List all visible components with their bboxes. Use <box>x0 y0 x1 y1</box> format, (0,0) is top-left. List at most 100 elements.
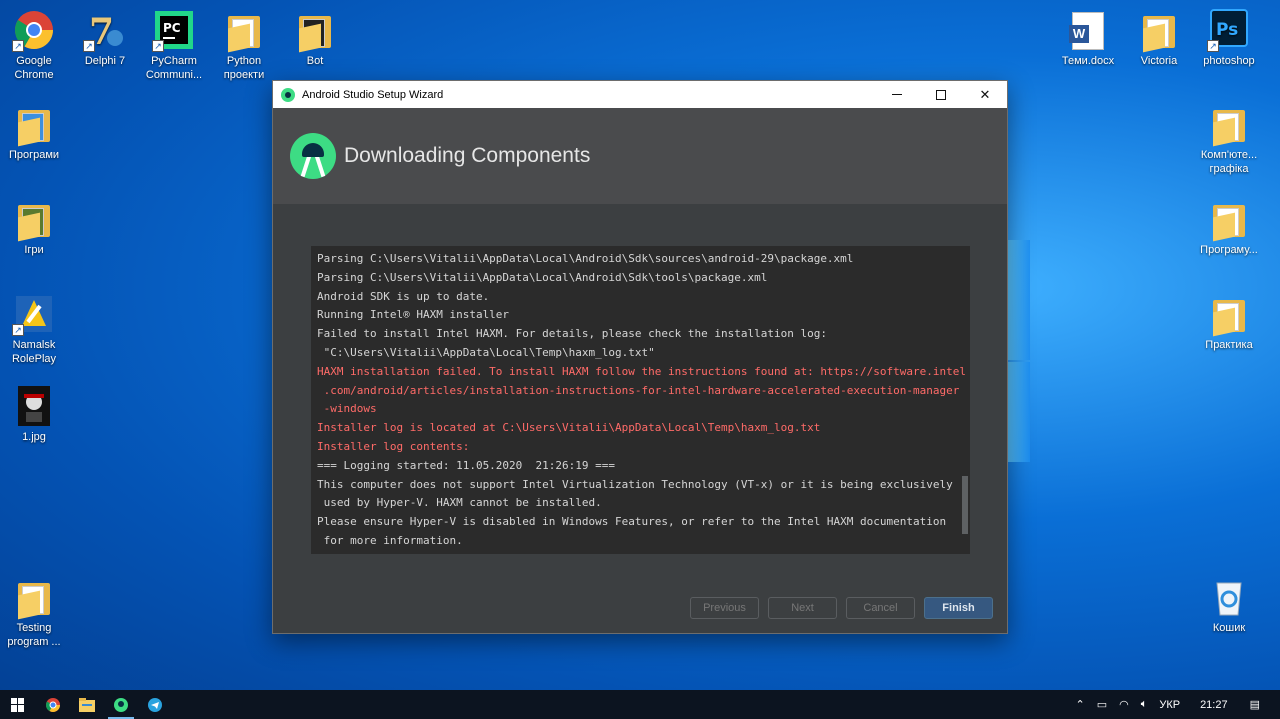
console-line: "C:\Users\Vitalii\AppData\Local\Temp\hax… <box>317 345 655 359</box>
previous-button[interactable]: Previous <box>690 597 759 619</box>
python-projects-folder-icon <box>222 8 266 53</box>
window-title: Android Studio Setup Wizard <box>302 88 444 101</box>
minimize-button[interactable] <box>875 81 919 108</box>
console-line: === Logging started: 11.05.2020 21:26:19… <box>317 458 616 472</box>
console-line: used by Hyper-V. HAXM cannot be installe… <box>317 496 602 510</box>
console-line: .com/android/articles/installation-instr… <box>317 383 960 397</box>
desktop-icon-label: Bot <box>306 55 324 67</box>
desktop-icon-temy-docx[interactable]: W Теми.docx <box>1051 8 1125 68</box>
desktop-icon-practice[interactable]: Практика <box>1192 292 1266 352</box>
taskbar-telegram[interactable] <box>138 690 172 719</box>
desktop-icon-recycle-bin[interactable]: Кошик <box>1192 575 1266 635</box>
testing-program-folder-icon <box>12 575 56 620</box>
desktop-icon-label: Теми.docx <box>1061 55 1115 67</box>
console-line: -windows <box>317 402 377 416</box>
maximize-button[interactable] <box>919 81 963 108</box>
window-titlebar[interactable]: Android Studio Setup Wizard ✕ <box>273 81 1007 108</box>
desktop-icon-google-chrome[interactable]: ↗ Google Chrome <box>0 8 71 82</box>
image-1jpg-icon <box>12 384 56 428</box>
desktop-icon-label: Delphi 7 <box>84 55 126 67</box>
taskbar-chrome[interactable] <box>36 690 70 719</box>
system-tray: ⌃ ▭ ◠ 🔈︎ УКР 21:27 ▤ <box>1069 690 1280 719</box>
programming-folder-icon <box>1207 197 1251 242</box>
programs-folder-icon <box>12 102 56 147</box>
svg-text:Ps: Ps <box>1216 20 1238 40</box>
taskbar-file-explorer[interactable] <box>70 690 104 719</box>
finish-button[interactable]: Finish <box>924 597 993 619</box>
desktop-icon-programming[interactable]: Програму... <box>1192 197 1266 257</box>
desktop-icon-pycharm[interactable]: PC ↗ PyCharm Communi... <box>137 8 211 82</box>
desktop-icon-label: Практика <box>1205 339 1253 351</box>
console-line: Running Intel® HAXM installer <box>317 308 510 322</box>
console-line: for more information. <box>317 533 463 547</box>
namalsk-roleplay-icon: ↗ <box>12 292 56 336</box>
taskbar-android-studio[interactable] <box>104 690 138 719</box>
desktop-icon-testing-program[interactable]: Testing program ... <box>0 575 71 649</box>
desktop-icon-programs[interactable]: Програми <box>0 102 71 162</box>
bot-icon <box>293 8 337 53</box>
pycharm-icon: PC ↗ <box>152 8 196 52</box>
desktop-icon-label: Namalsk RolePlay <box>11 339 57 365</box>
desktop-icon-bot[interactable]: Bot <box>278 8 352 68</box>
notifications-icon[interactable]: ▤ <box>1250 698 1260 711</box>
maximize-icon <box>936 89 946 100</box>
wifi-icon[interactable]: ◠ <box>1119 698 1129 711</box>
svg-text:PC: PC <box>163 21 181 35</box>
console-line: Parsing C:\Users\Vitalii\AppData\Local\A… <box>317 252 854 265</box>
desktop-icon-label: Google Chrome <box>14 55 54 81</box>
desktop-icon-label: PyCharm Communi... <box>145 55 203 81</box>
computer-graphics-folder-icon <box>1207 102 1251 147</box>
desktop-icon-delphi-7[interactable]: 7 ↗ Delphi 7 <box>68 8 142 68</box>
telegram-icon <box>148 697 162 712</box>
wizard-buttons: Previous Next Cancel Finish <box>690 597 993 619</box>
desktop-icon-label: Python проекти <box>223 55 265 81</box>
console-line: Installer log is located at C:\Users\Vit… <box>317 421 821 435</box>
desktop-icon-games[interactable]: Ігри <box>0 197 71 257</box>
close-icon: ✕ <box>979 86 991 102</box>
battery-icon[interactable]: ▭ <box>1097 698 1107 711</box>
wallpaper-windows-logo <box>1008 240 1030 360</box>
desktop-icon-label: 1.jpg <box>22 431 46 443</box>
desktop-icon-1jpg[interactable]: 1.jpg <box>0 384 71 444</box>
desktop-icon-label: Програми <box>8 149 60 161</box>
desktop-icon-python-projects[interactable]: Python проекти <box>207 8 281 82</box>
console-line: HAXM installation failed. To install HAX… <box>317 364 967 378</box>
close-button[interactable]: ✕ <box>963 81 1007 108</box>
taskbar: ⌃ ▭ ◠ 🔈︎ УКР 21:27 ▤ <box>0 690 1280 719</box>
console-line: Failed to install Intel HAXM. For detail… <box>317 327 827 341</box>
console-line: This computer does not support Intel Vir… <box>317 477 953 491</box>
desktop-icon-label: photoshop <box>1203 55 1255 67</box>
desktop-icon-label: Кошик <box>1212 622 1246 634</box>
android-studio-logo-icon <box>290 133 336 179</box>
chevron-up-icon[interactable]: ⌃ <box>1075 698 1084 711</box>
language-indicator[interactable]: УКР <box>1159 699 1180 711</box>
desktop-icon-computer-graphics[interactable]: Комп'юте... графіка <box>1192 102 1266 176</box>
victoria-folder-icon <box>1137 8 1181 53</box>
practice-doc-icon <box>1207 292 1251 337</box>
desktop-icon-photoshop[interactable]: Ps ↗ photoshop <box>1192 8 1266 68</box>
desktop-icon-label: Програму... <box>1200 244 1258 256</box>
setup-wizard-window: Android Studio Setup Wizard ✕ Downloadin… <box>272 80 1008 634</box>
chrome-icon <box>46 697 60 712</box>
page-title: Downloading Components <box>344 144 591 167</box>
delphi-7-icon: 7 ↗ <box>83 8 127 53</box>
next-button[interactable]: Next <box>768 597 837 619</box>
clock[interactable]: 21:27 <box>1200 699 1228 711</box>
word-document-icon: W <box>1066 8 1110 52</box>
google-chrome-icon: ↗ <box>12 8 56 52</box>
desktop-icon-namalsk-roleplay[interactable]: ↗ Namalsk RolePlay <box>0 292 71 366</box>
desktop-icon-victoria[interactable]: Victoria <box>1122 8 1196 68</box>
start-button[interactable] <box>0 690 36 719</box>
desktop-icon-label: Комп'юте... графіка <box>1200 149 1258 175</box>
console-line: Installer log contents: <box>317 439 470 453</box>
recycle-bin-icon <box>1207 575 1251 619</box>
log-console[interactable]: Parsing C:\Users\Vitalii\AppData\Local\A… <box>311 246 970 554</box>
desktop-icon-label: Victoria <box>1140 55 1178 67</box>
desktop-icon-label: Testing program ... <box>7 622 61 648</box>
desktop-icon-label: Ігри <box>24 244 44 256</box>
android-studio-icon <box>281 87 295 102</box>
cancel-button[interactable]: Cancel <box>846 597 915 619</box>
windows-start-icon <box>11 697 25 712</box>
volume-icon[interactable]: 🔈︎ <box>1141 698 1148 711</box>
console-scrollbar[interactable] <box>962 476 968 534</box>
